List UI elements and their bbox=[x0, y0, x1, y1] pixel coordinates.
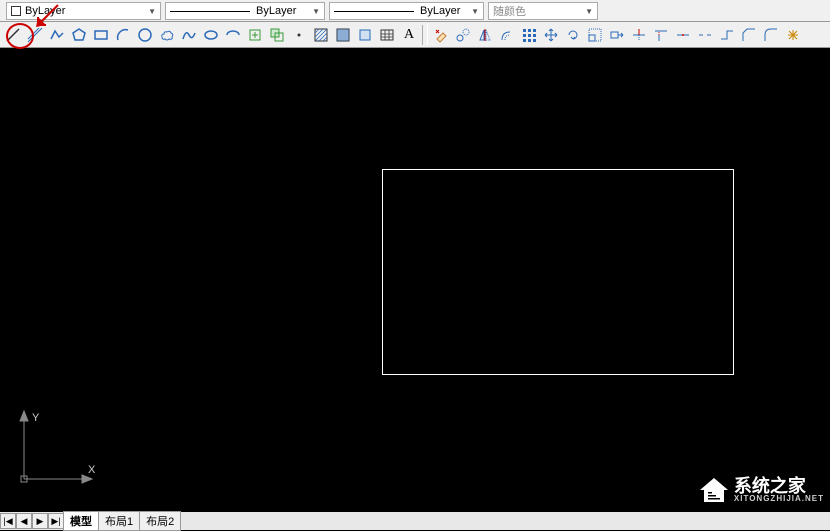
arc-tool[interactable] bbox=[112, 24, 134, 46]
break-at-point-tool[interactable] bbox=[672, 24, 694, 46]
watermark-url: XITONGZHIJIA.NET bbox=[734, 495, 824, 503]
spline-tool[interactable] bbox=[178, 24, 200, 46]
layer-swatch-icon bbox=[11, 6, 21, 16]
watermark: 系统之家 XITONGZHIJIA.NET bbox=[698, 476, 824, 504]
tab-nav-next[interactable]: ▶ bbox=[32, 513, 48, 529]
erase-tool[interactable] bbox=[430, 24, 452, 46]
plotstyle-label: 随颜色 bbox=[493, 3, 526, 19]
array-tool[interactable] bbox=[518, 24, 540, 46]
property-bar: ByLayer ▼ ByLayer ▼ ByLayer ▼ 随颜色 ▼ bbox=[0, 0, 830, 22]
linetype-sample-icon bbox=[170, 11, 250, 12]
tab-nav-first[interactable]: |◀ bbox=[0, 513, 16, 529]
rotate-tool[interactable] bbox=[562, 24, 584, 46]
chevron-down-icon: ▼ bbox=[140, 7, 156, 16]
copy-tool[interactable] bbox=[452, 24, 474, 46]
tab-nav-last[interactable]: ▶| bbox=[48, 513, 64, 529]
offset-tool[interactable] bbox=[496, 24, 518, 46]
text-tool[interactable]: A bbox=[398, 24, 420, 46]
chevron-down-icon: ▼ bbox=[577, 7, 593, 16]
mirror-tool[interactable] bbox=[474, 24, 496, 46]
line-tool[interactable] bbox=[2, 24, 24, 46]
trim-tool[interactable] bbox=[628, 24, 650, 46]
layer-dropdown[interactable]: ByLayer ▼ bbox=[6, 2, 161, 20]
tab-nav-prev[interactable]: ◀ bbox=[16, 513, 32, 529]
svg-text:X: X bbox=[88, 464, 96, 476]
ellipse-arc-tool[interactable] bbox=[222, 24, 244, 46]
ucs-icon: Y X bbox=[10, 409, 100, 494]
gradient-tool[interactable] bbox=[332, 24, 354, 46]
region-tool[interactable] bbox=[354, 24, 376, 46]
rectangle-tool[interactable] bbox=[90, 24, 112, 46]
layer-label: ByLayer bbox=[25, 5, 65, 17]
tab-layout2[interactable]: 布局2 bbox=[139, 511, 181, 531]
extend-tool[interactable] bbox=[650, 24, 672, 46]
point-tool[interactable] bbox=[288, 24, 310, 46]
fillet-tool[interactable] bbox=[760, 24, 782, 46]
toolbar: A bbox=[0, 22, 830, 48]
tab-model[interactable]: 模型 bbox=[63, 511, 99, 531]
lineweight-label: ByLayer bbox=[420, 5, 460, 17]
move-tool[interactable] bbox=[540, 24, 562, 46]
plotstyle-dropdown[interactable]: 随颜色 ▼ bbox=[488, 2, 598, 20]
revcloud-tool[interactable] bbox=[156, 24, 178, 46]
insert-block-tool[interactable] bbox=[244, 24, 266, 46]
hatch-tool[interactable] bbox=[310, 24, 332, 46]
layout-tabs-bar: |◀ ◀ ▶ ▶| 模型 布局1 布局2 bbox=[0, 512, 830, 530]
lineweight-dropdown[interactable]: ByLayer ▼ bbox=[329, 2, 484, 20]
lineweight-sample-icon bbox=[334, 11, 414, 12]
tab-layout1[interactable]: 布局1 bbox=[98, 511, 140, 531]
table-tool[interactable] bbox=[376, 24, 398, 46]
toolbar-separator bbox=[422, 25, 428, 45]
chamfer-tool[interactable] bbox=[738, 24, 760, 46]
make-block-tool[interactable] bbox=[266, 24, 288, 46]
explode-tool[interactable] bbox=[782, 24, 804, 46]
chevron-down-icon: ▼ bbox=[304, 7, 320, 16]
ellipse-tool[interactable] bbox=[200, 24, 222, 46]
break-tool[interactable] bbox=[694, 24, 716, 46]
scale-tool[interactable] bbox=[584, 24, 606, 46]
drawing-canvas[interactable]: Y X 系统之家 XITONGZHIJIA.NET bbox=[0, 48, 830, 512]
svg-text:Y: Y bbox=[32, 412, 40, 424]
circle-tool[interactable] bbox=[134, 24, 156, 46]
tab-nav: |◀ ◀ ▶ ▶| bbox=[0, 513, 64, 529]
polygon-tool[interactable] bbox=[68, 24, 90, 46]
join-tool[interactable] bbox=[716, 24, 738, 46]
polyline-tool[interactable] bbox=[46, 24, 68, 46]
house-logo-icon bbox=[698, 476, 730, 504]
drawn-rectangle[interactable] bbox=[382, 169, 734, 375]
linetype-dropdown[interactable]: ByLayer ▼ bbox=[165, 2, 325, 20]
stretch-tool[interactable] bbox=[606, 24, 628, 46]
linetype-label: ByLayer bbox=[256, 5, 296, 17]
construction-line-tool[interactable] bbox=[24, 24, 46, 46]
watermark-text: 系统之家 bbox=[734, 477, 824, 495]
chevron-down-icon: ▼ bbox=[463, 7, 479, 16]
